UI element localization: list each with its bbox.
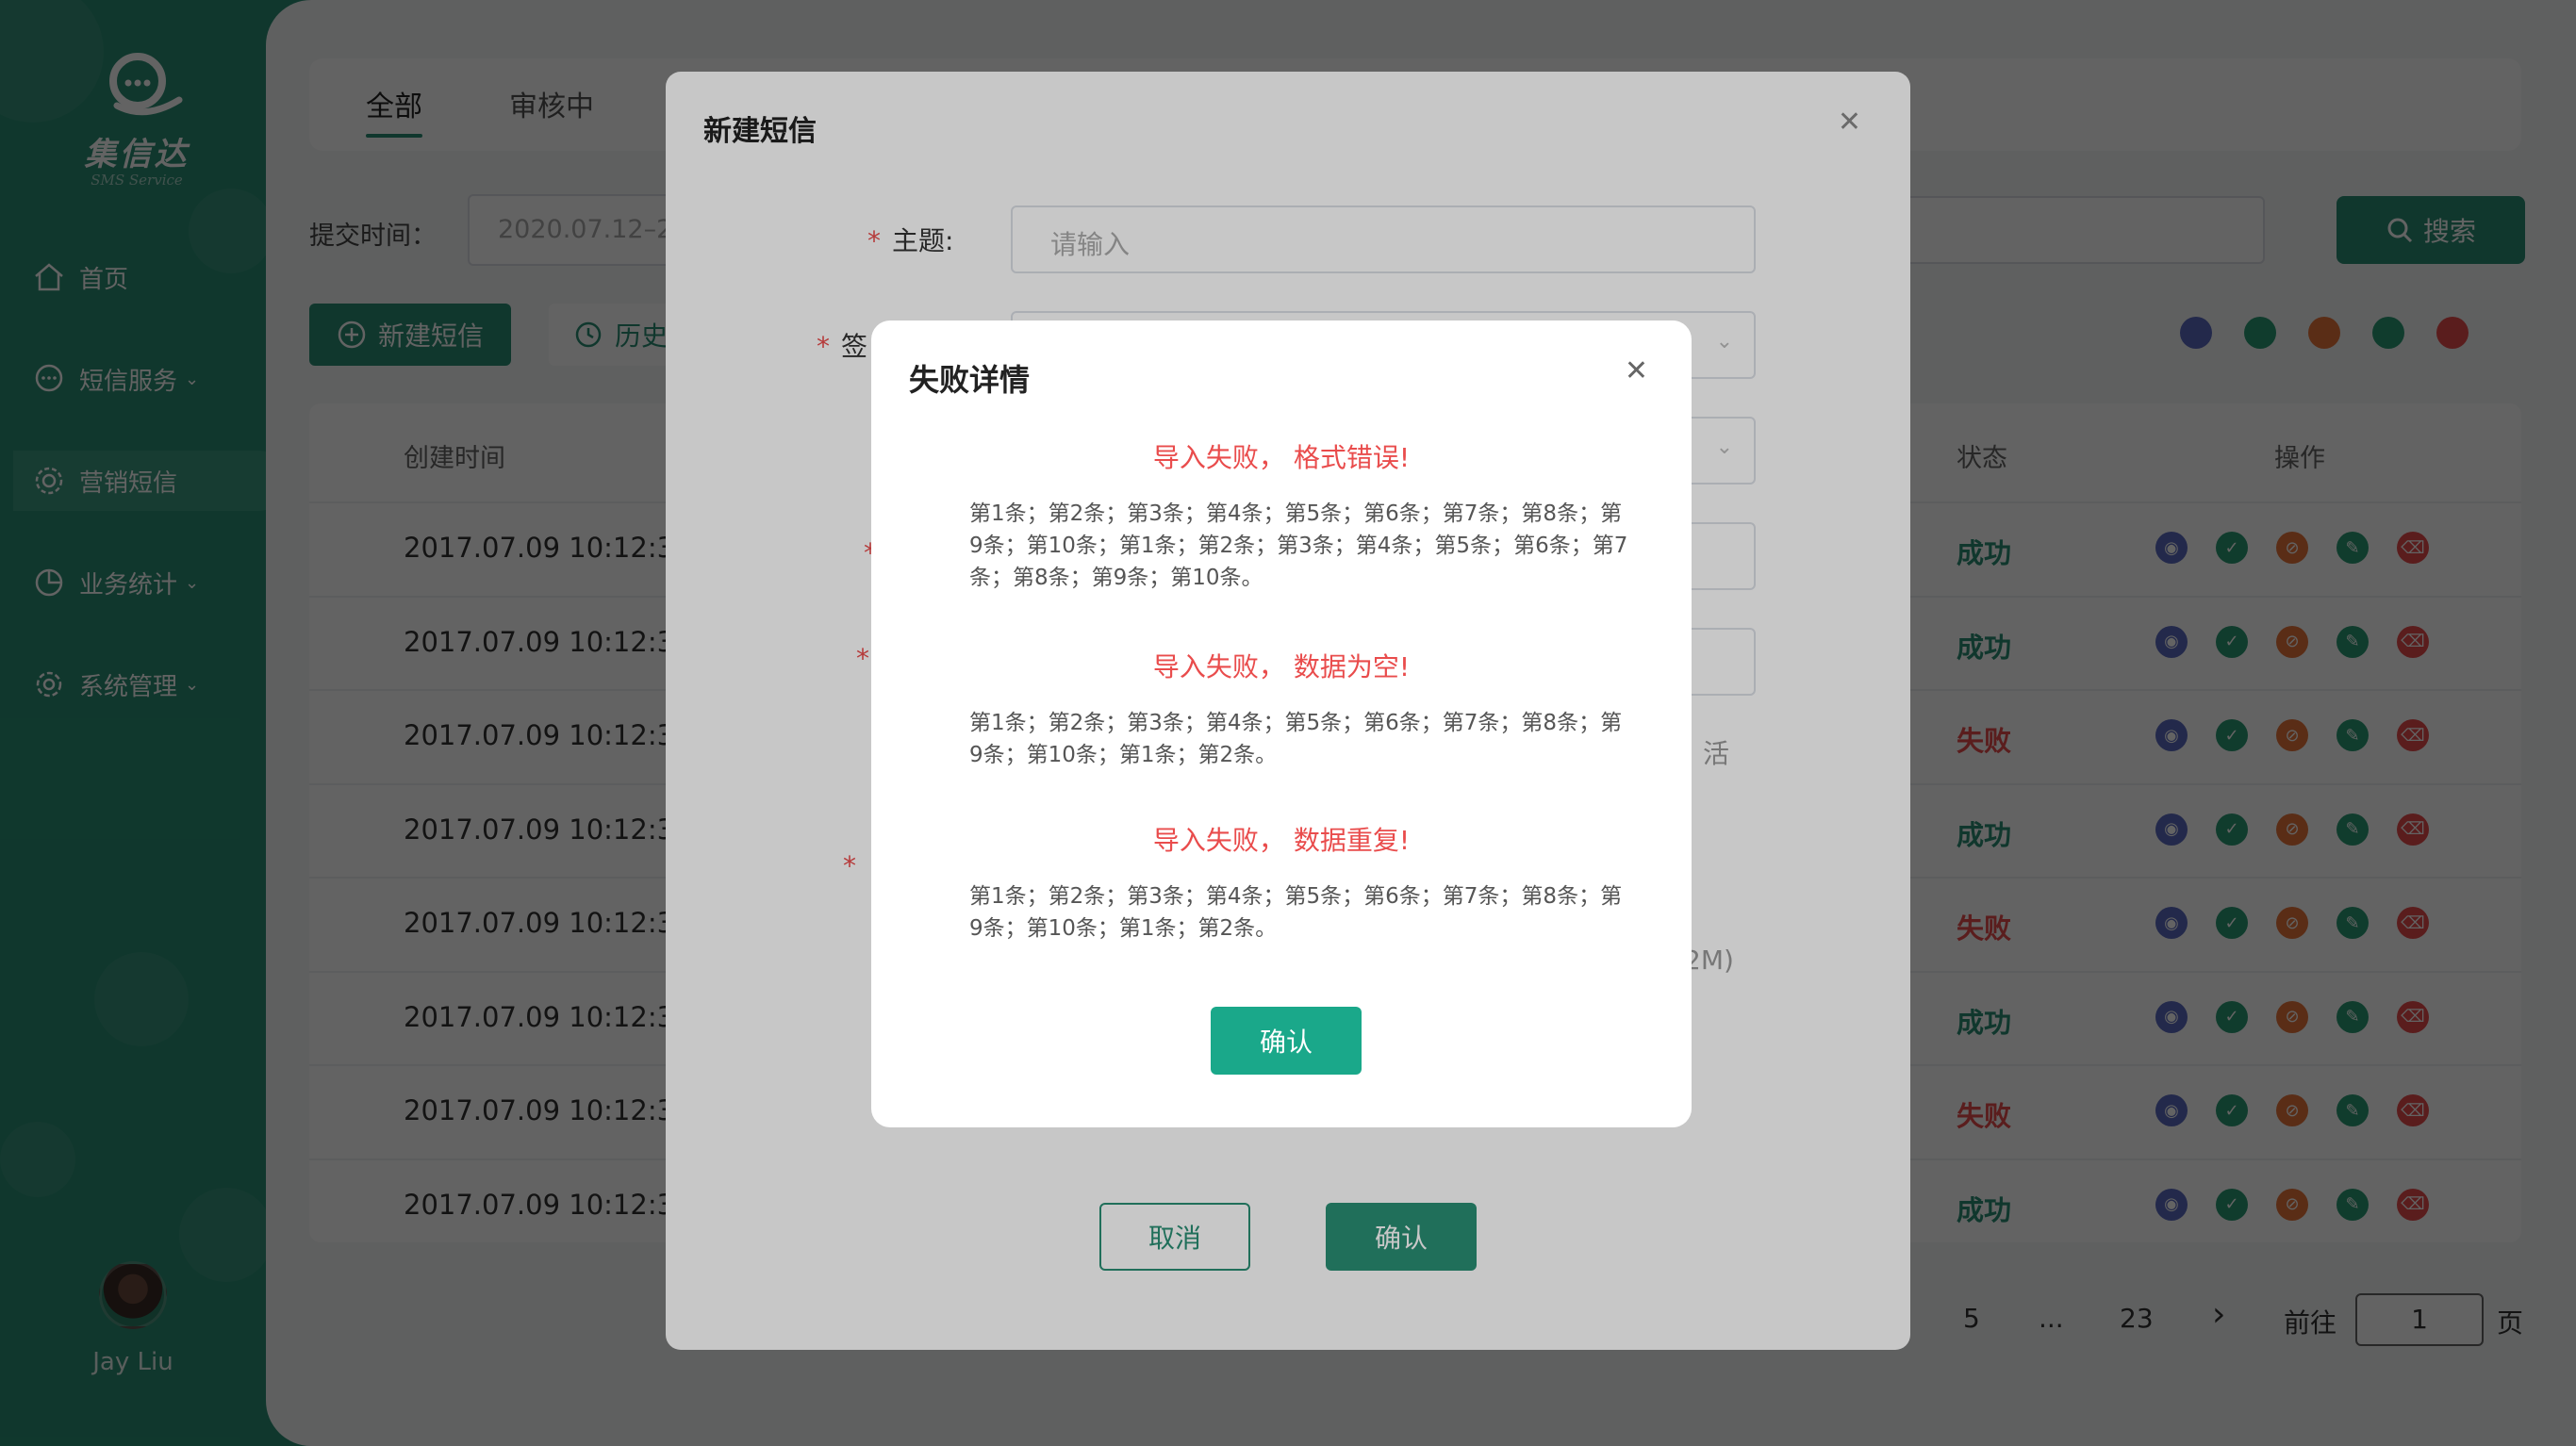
duplicate-data-details: 第1条；第2条；第3条；第4条；第5条；第6条；第7条；第8条；第9条；第10条… <box>969 884 1623 941</box>
format-error-title: 导入失败， 格式错误! <box>1152 442 1411 473</box>
close-icon[interactable]: ✕ <box>1625 354 1648 387</box>
format-error-details: 第1条；第2条；第3条；第4条；第5条；第6条；第7条；第8条；第9条；第10条… <box>969 501 1628 590</box>
empty-data-title: 导入失败， 数据为空! <box>1152 651 1411 682</box>
empty-data-details: 第1条；第2条；第3条；第4条；第5条；第6条；第7条；第8条；第9条；第10条… <box>969 711 1623 767</box>
duplicate-data-title: 导入失败， 数据重复! <box>1152 825 1411 856</box>
failure-dialog-title: 失败详情 <box>909 362 1031 398</box>
failure-details-dialog: 失败详情 ✕ 导入失败， 格式错误! 第1条；第2条；第3条；第4条；第5条；第… <box>871 320 1692 1127</box>
failure-confirm-button[interactable]: 确认 <box>1211 1007 1362 1075</box>
